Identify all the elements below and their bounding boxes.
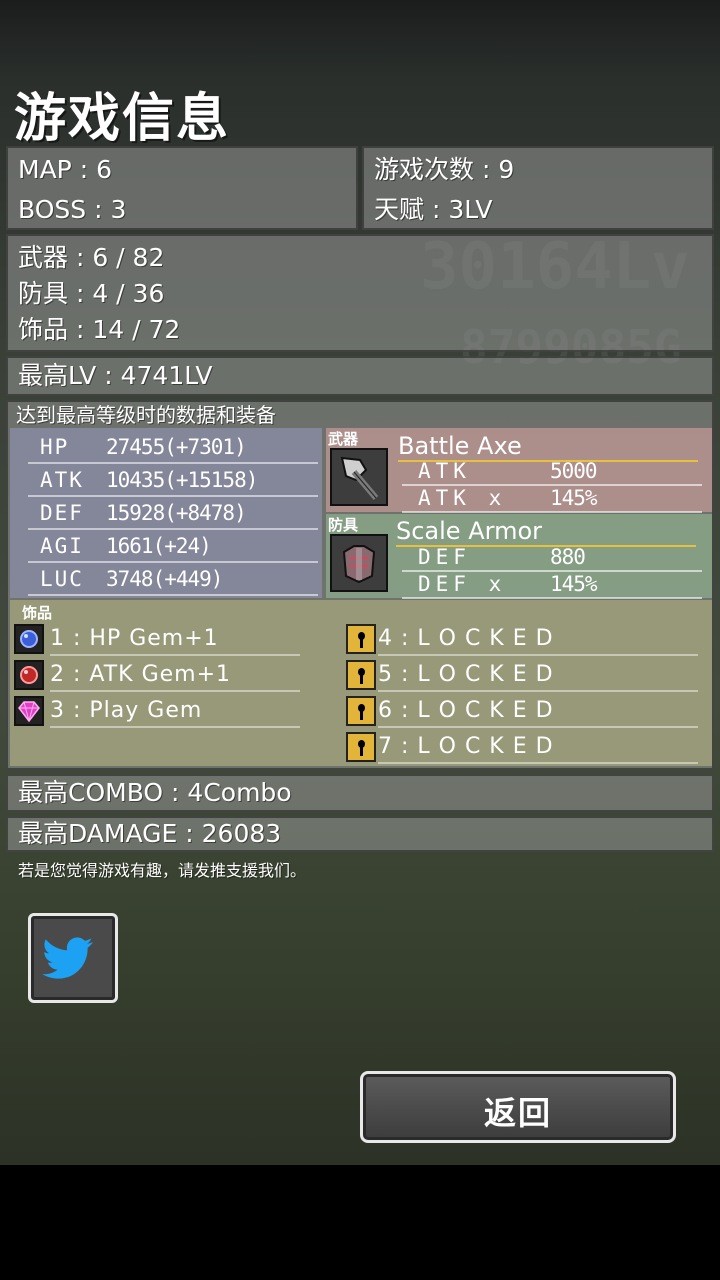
stat-row-hp: HP 27455(+7301) bbox=[28, 432, 318, 464]
accessory-item-7: 7 : L O C K E D bbox=[378, 732, 698, 764]
max-combo-label: 最高COMBO : 4Combo bbox=[18, 778, 292, 807]
accessory-item-4: 4 : L O C K E D bbox=[378, 624, 698, 656]
accessory-item-2: 2 : ATK Gem+1 bbox=[50, 660, 300, 692]
armor-block: 防具 Scale Armor DEF 880 DEF x 145% bbox=[326, 514, 712, 599]
page-title: 游戏信息 bbox=[14, 89, 231, 149]
armor-def-mult-row: DEF x 145% bbox=[402, 571, 702, 599]
armor-name: Scale Armor bbox=[396, 517, 696, 547]
boss-label: BOSS : 3 bbox=[18, 195, 127, 224]
accessory-item-1: 1 : HP Gem+1 bbox=[50, 624, 300, 656]
weapon-count: 武器 : 6 / 82 bbox=[18, 243, 165, 272]
max-combo-panel: 最高COMBO : 4Combo bbox=[6, 774, 714, 812]
lock-icon bbox=[346, 696, 376, 726]
game-screen: 30164Lv 8799085G 游戏信息 MAP : 6 BOSS : 3 游… bbox=[0, 0, 720, 1165]
play-count-label: 游戏次数 : 9 bbox=[374, 155, 515, 184]
max-lv-label: 最高LV : 4741LV bbox=[18, 361, 213, 390]
weapon-atk-mult-row: ATK x 145% bbox=[402, 485, 702, 513]
map-boss-panel: MAP : 6 BOSS : 3 bbox=[6, 146, 358, 230]
stats-block: HP 27455(+7301) ATK 10435(+15158) DEF 15928… bbox=[10, 428, 322, 598]
accessory-item-6: 6 : L O C K E D bbox=[378, 696, 698, 728]
armor-tag: 防具 bbox=[328, 516, 359, 534]
accessory-item-5: 5 : L O C K E D bbox=[378, 660, 698, 692]
max-lv-panel: 最高LV : 4741LV bbox=[6, 356, 714, 396]
twitter-share-button[interactable] bbox=[28, 913, 118, 1003]
stat-row-luc: LUC 3748(+449) bbox=[28, 564, 318, 596]
back-button-label: 返回 bbox=[483, 1094, 552, 1132]
stat-row-atk: ATK 10435(+15158) bbox=[28, 465, 318, 497]
weapon-block: 武器 Battle Axe ATK 5000 ATK x 145% bbox=[326, 428, 712, 513]
collection-panel: 武器 : 6 / 82 防具 : 4 / 36 饰品 : 14 / 72 bbox=[6, 234, 714, 352]
red-gem-icon bbox=[14, 660, 44, 690]
blue-gem-icon bbox=[14, 624, 44, 654]
max-damage-label: 最高DAMAGE : 26083 bbox=[18, 819, 282, 848]
stat-row-def: DEF 15928(+8478) bbox=[28, 498, 318, 530]
accessory-block: 饰品 1 : HP Gem+1 2 : ATK Gem+1 3 : Play G… bbox=[10, 600, 712, 766]
record-panel: 达到最高等级时的数据和装备 HP 27455(+7301) ATK 10435(+1… bbox=[6, 400, 714, 770]
accessory-item-3: 3 : Play Gem bbox=[50, 696, 300, 728]
play-talent-panel: 游戏次数 : 9 天赋 : 3LV bbox=[362, 146, 714, 230]
accessory-tag: 饰品 bbox=[22, 604, 53, 622]
support-text: 若是您觉得游戏有趣，请发推支援我们。 bbox=[18, 861, 307, 880]
stat-row-agi: AGI 1661(+24) bbox=[28, 531, 318, 563]
armor-def-row: DEF 880 bbox=[402, 544, 702, 572]
lock-icon bbox=[346, 660, 376, 690]
map-label: MAP : 6 bbox=[18, 155, 112, 184]
talent-label: 天赋 : 3LV bbox=[374, 195, 493, 224]
max-damage-panel: 最高DAMAGE : 26083 bbox=[6, 816, 714, 852]
weapon-tag: 武器 bbox=[328, 430, 359, 448]
back-button[interactable]: 返回 bbox=[360, 1071, 676, 1143]
pink-diamond-icon bbox=[14, 696, 44, 726]
twitter-bird-icon bbox=[42, 937, 93, 979]
armor-icon bbox=[330, 534, 388, 592]
record-header: 达到最高等级时的数据和装备 bbox=[16, 403, 276, 427]
accessory-count: 饰品 : 14 / 72 bbox=[18, 315, 181, 344]
armor-count: 防具 : 4 / 36 bbox=[18, 279, 165, 308]
weapon-atk-row: ATK 5000 bbox=[402, 458, 702, 486]
lock-icon bbox=[346, 732, 376, 762]
axe-icon bbox=[330, 448, 388, 506]
lock-icon bbox=[346, 624, 376, 654]
